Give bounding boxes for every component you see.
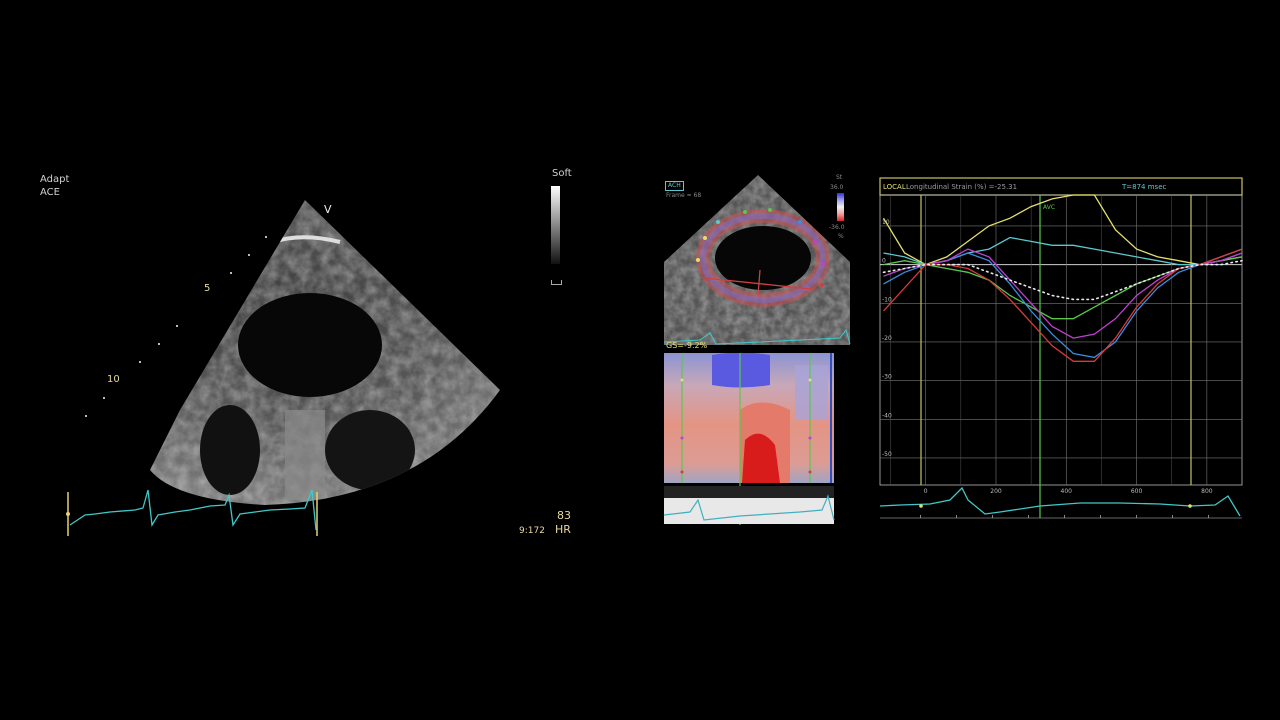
strain-scale-max: 36.0: [830, 184, 844, 191]
mode-label-ace: ACE: [40, 187, 60, 198]
chart-header-prefix: LOCAL:: [883, 183, 908, 191]
strain-series-line-1: [882, 194, 1243, 266]
strain-curves-chart: LOCAL: Longitudinal Strain (%) =-25.31 T…: [879, 177, 1243, 519]
strain-mmode-map: [664, 353, 835, 525]
gray-map-label: Soft: [552, 168, 572, 179]
y-tick-label: -50: [882, 451, 892, 458]
global-strain-label: GS=-9.2%: [666, 341, 708, 350]
probe-marker: V: [324, 203, 332, 216]
strain-series: [882, 194, 1243, 362]
sector-image: [150, 200, 500, 505]
strain-color-scale: [837, 193, 844, 221]
frame-label: Frame = 68: [666, 192, 702, 199]
y-tick-label: -10: [882, 296, 892, 303]
gray-scale-marker: [551, 280, 562, 285]
chart-header-value: Longitudinal Strain (%) =-25.31: [906, 183, 1017, 191]
x-axis-ticks: 0 200 400 600 800: [924, 488, 1213, 495]
strain-scale-min: -36.0: [829, 224, 845, 231]
gray-scale-bar: [551, 186, 560, 264]
x-tick-label: 200: [990, 488, 1002, 495]
depth-label-5: 5: [204, 283, 211, 294]
x-tick-label: 0: [924, 488, 928, 495]
y-tick-label: 0: [882, 258, 886, 265]
x-tick-label: 400: [1061, 488, 1073, 495]
strain-scale-unit: %: [838, 233, 844, 240]
frame-counter: 9:172: [519, 526, 545, 536]
hr-value: 83: [557, 509, 571, 522]
echo-2d-view: [66, 200, 500, 536]
x-tick-label: 600: [1131, 488, 1143, 495]
view-tag: ACH: [665, 181, 684, 191]
x-tick-label: 800: [1201, 488, 1213, 495]
hr-label: HR: [555, 523, 571, 536]
avc-marker-label: AVC: [1043, 204, 1055, 211]
y-tick-label: -20: [882, 335, 892, 342]
strain-scale-title: St: [836, 174, 843, 181]
depth-label-10: 10: [107, 374, 120, 385]
y-tick-label: -40: [882, 412, 892, 419]
chart-header-time: T=874 msec: [1121, 183, 1166, 191]
mode-label-adapt: Adapt: [40, 174, 70, 185]
plot-frame: [879, 194, 1243, 486]
chart-grid: [879, 194, 1243, 486]
y-tick-label: -30: [882, 374, 892, 381]
